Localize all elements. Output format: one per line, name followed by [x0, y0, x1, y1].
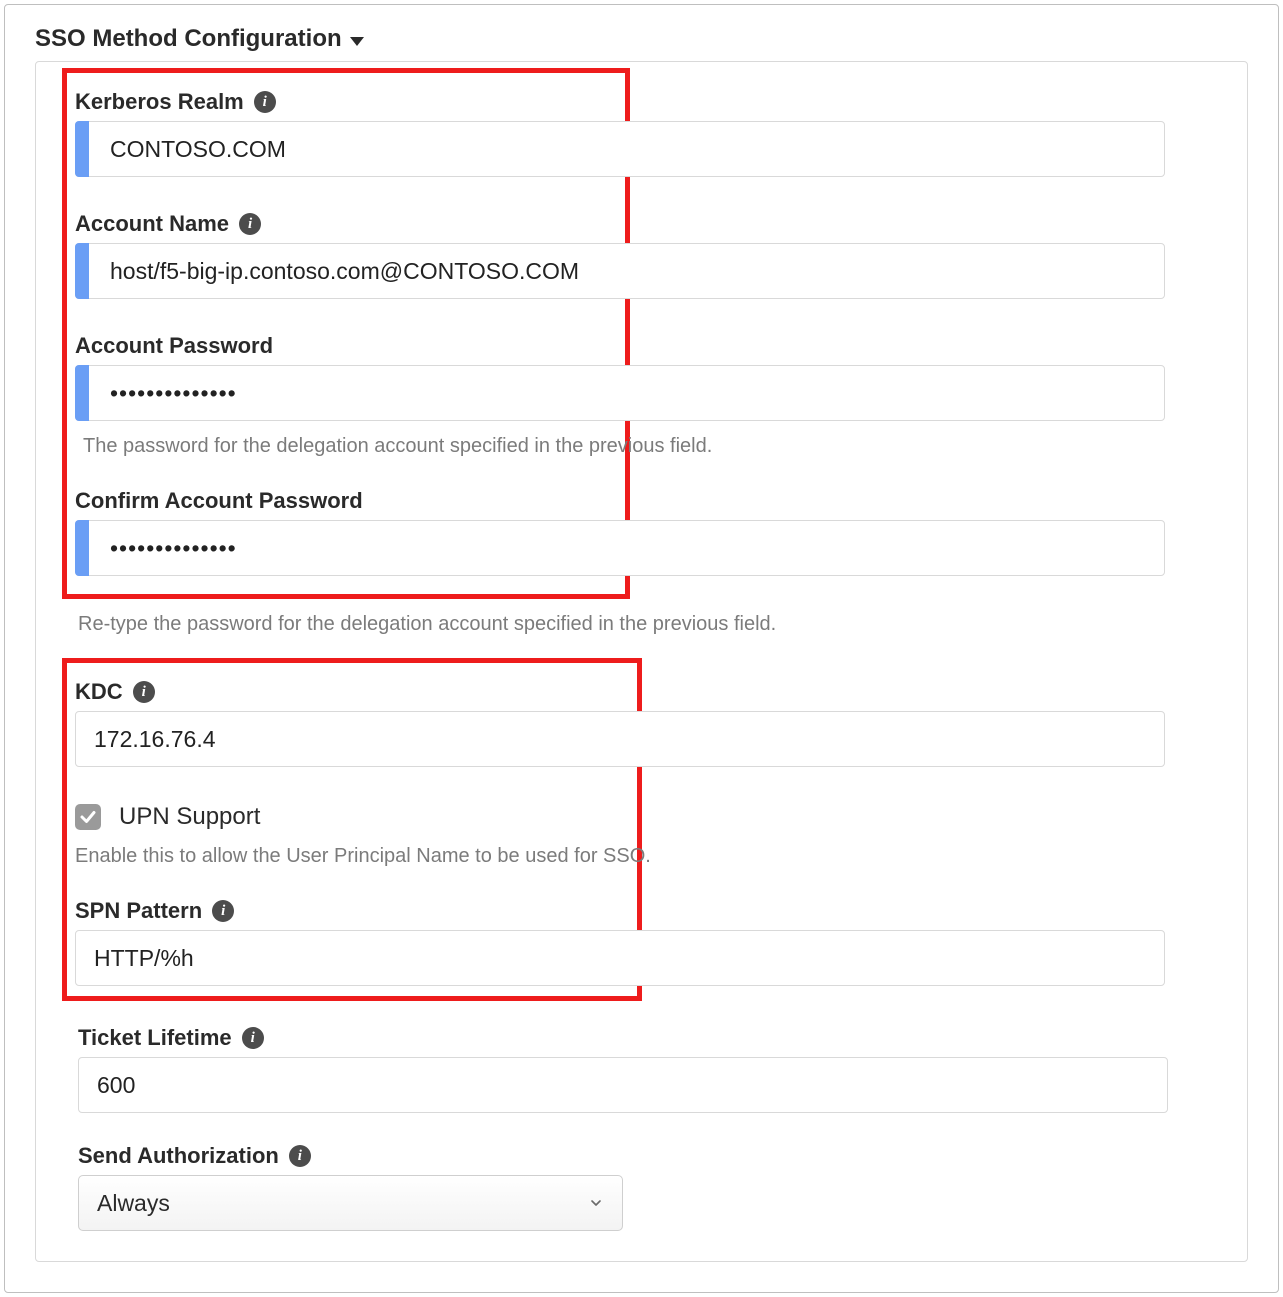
confirm-password-help: Re-type the password for the delegation …	[70, 613, 1213, 636]
kdc-label: KDC i	[75, 679, 629, 705]
label-text: Ticket Lifetime	[78, 1025, 232, 1051]
kdc-field: KDC i	[67, 679, 629, 767]
required-marker	[75, 121, 89, 177]
info-icon[interactable]: i	[254, 91, 276, 113]
label-text: Account Name	[75, 211, 229, 237]
spn-pattern-label: SPN Pattern i	[75, 898, 629, 924]
label-text: SPN Pattern	[75, 898, 202, 924]
config-page: SSO Method Configuration Kerberos Realm …	[4, 4, 1279, 1293]
account-password-label: Account Password	[75, 333, 617, 359]
section-title: SSO Method Configuration	[35, 25, 342, 53]
input-wrap	[75, 365, 1165, 421]
input-wrap	[75, 930, 629, 986]
spn-pattern-field: SPN Pattern i	[67, 898, 629, 986]
check-icon	[79, 808, 97, 826]
confirm-password-input[interactable]	[75, 520, 1165, 576]
ticket-lifetime-label: Ticket Lifetime i	[78, 1025, 1213, 1051]
kerberos-realm-field: Kerberos Realm i	[67, 89, 617, 177]
account-name-input[interactable]	[75, 243, 1165, 299]
account-password-field: Account Password The password for the de…	[67, 333, 617, 458]
required-marker	[75, 243, 89, 299]
section-toggle[interactable]: SSO Method Configuration	[35, 25, 1248, 53]
send-authorization-label: Send Authorization i	[78, 1143, 1213, 1169]
chevron-down-icon	[588, 1195, 604, 1211]
confirm-password-field: Confirm Account Password	[67, 488, 617, 576]
label-text: Confirm Account Password	[75, 488, 363, 514]
select-value: Always	[97, 1190, 170, 1217]
info-icon[interactable]: i	[289, 1145, 311, 1167]
label-text: Send Authorization	[78, 1143, 279, 1169]
upn-support-help: Enable this to allow the User Principal …	[67, 845, 1157, 868]
kdc-input[interactable]	[75, 711, 1165, 767]
kerberos-realm-label: Kerberos Realm i	[75, 89, 617, 115]
select-wrap: Always	[78, 1175, 623, 1231]
account-name-field: Account Name i	[67, 211, 617, 299]
config-panel: Kerberos Realm i Account Name i	[35, 61, 1248, 1262]
account-password-input[interactable]	[75, 365, 1165, 421]
label-text: Account Password	[75, 333, 273, 359]
highlight-box-1: Kerberos Realm i Account Name i	[62, 68, 630, 599]
info-icon[interactable]: i	[133, 681, 155, 703]
send-authorization-field: Send Authorization i Always	[70, 1143, 1213, 1231]
info-icon[interactable]: i	[242, 1027, 264, 1049]
input-wrap	[75, 520, 1165, 576]
upn-support-row: UPN Support	[67, 803, 629, 831]
account-password-help: The password for the delegation account …	[75, 435, 1165, 458]
caret-down-icon	[350, 37, 364, 46]
info-icon[interactable]: i	[212, 900, 234, 922]
send-authorization-select[interactable]: Always	[78, 1175, 623, 1231]
label-text: KDC	[75, 679, 123, 705]
input-wrap	[75, 711, 629, 767]
confirm-password-label: Confirm Account Password	[75, 488, 617, 514]
ticket-lifetime-input[interactable]	[78, 1057, 1168, 1113]
upn-support-label: UPN Support	[119, 803, 260, 831]
label-text: Kerberos Realm	[75, 89, 244, 115]
input-wrap	[75, 243, 1165, 299]
required-marker	[75, 520, 89, 576]
upn-support-checkbox[interactable]	[75, 804, 101, 830]
highlight-box-2: KDC i UPN Support Enable this to allow t…	[62, 658, 642, 1001]
info-icon[interactable]: i	[239, 213, 261, 235]
input-wrap	[75, 121, 1165, 177]
kerberos-realm-input[interactable]	[75, 121, 1165, 177]
ticket-lifetime-field: Ticket Lifetime i	[70, 1025, 1213, 1113]
required-marker	[75, 365, 89, 421]
spn-pattern-input[interactable]	[75, 930, 1165, 986]
account-name-label: Account Name i	[75, 211, 617, 237]
